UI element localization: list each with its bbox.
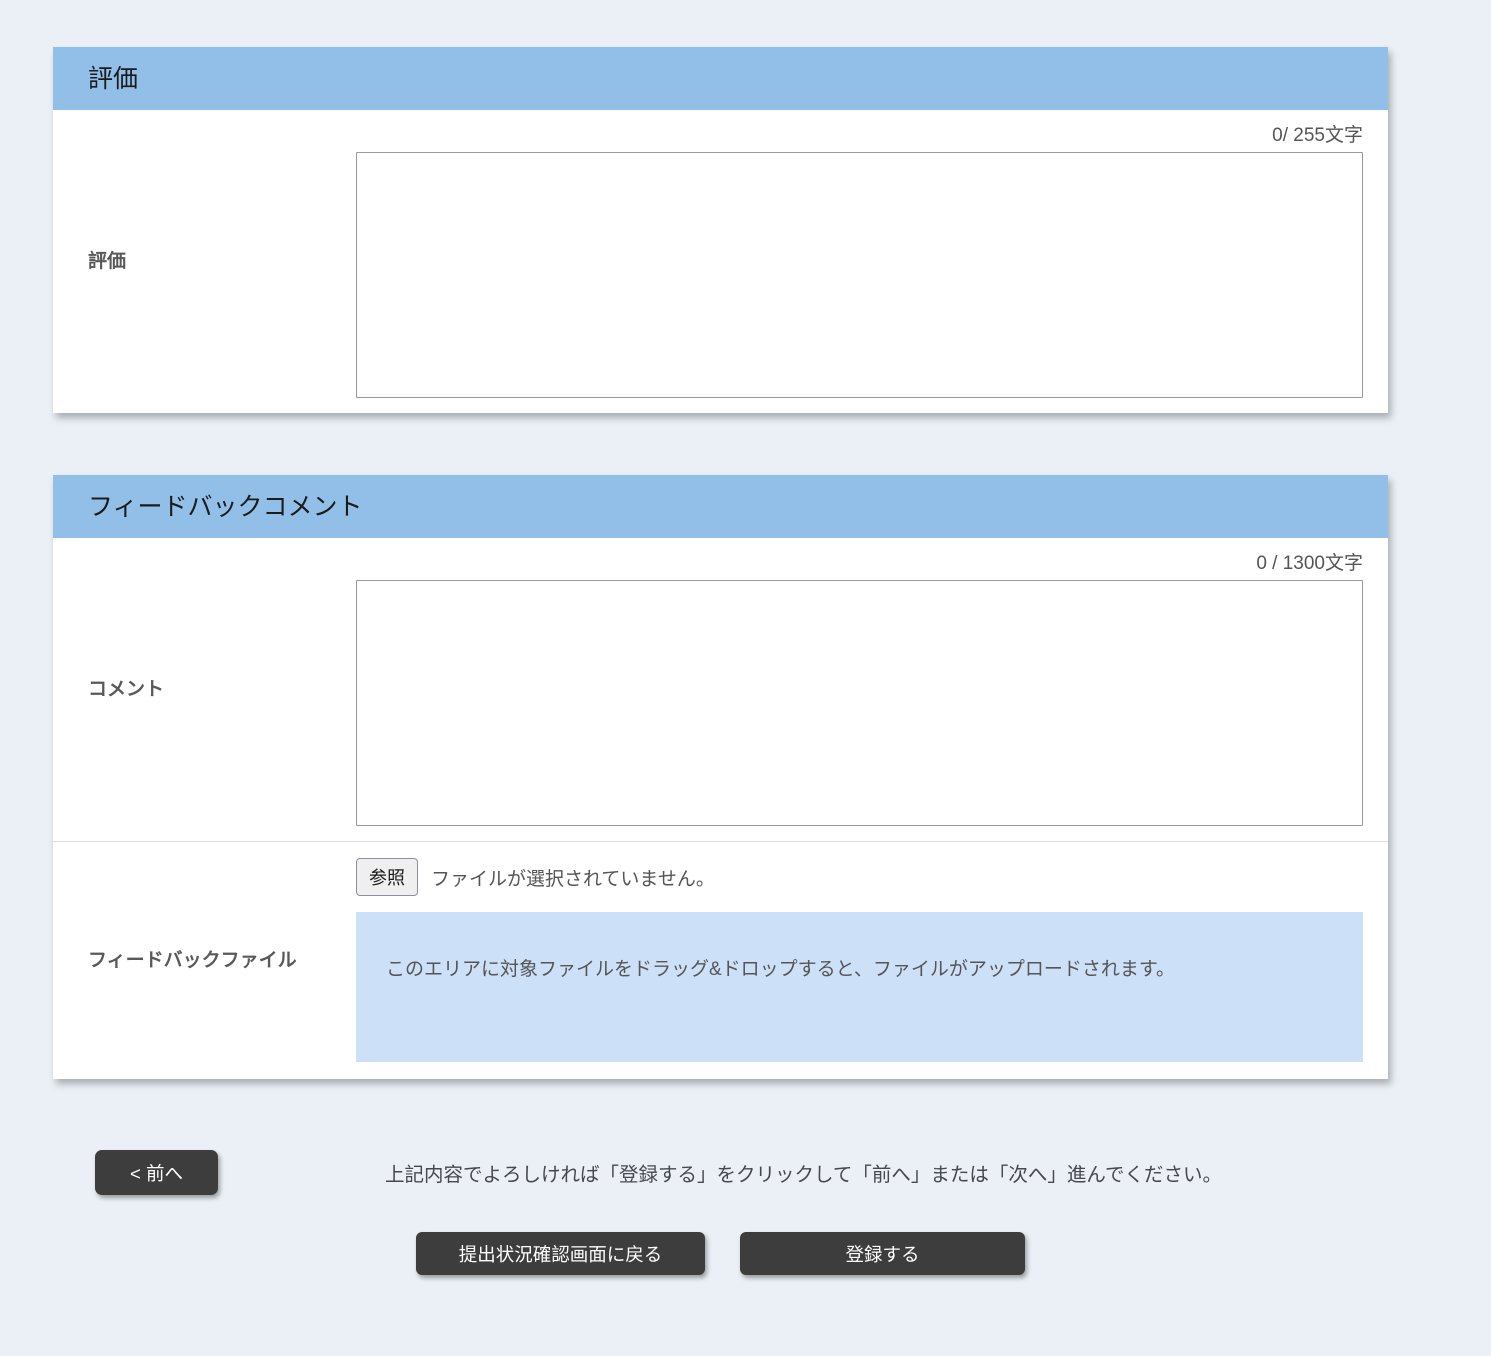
register-button[interactable]: 登録する [740, 1232, 1025, 1275]
comment-row: コメント 0 / 1300文字 [53, 538, 1388, 841]
comment-textarea[interactable] [356, 580, 1363, 826]
comment-content: 0 / 1300文字 [356, 538, 1388, 841]
no-file-selected-text: ファイルが選択されていません。 [431, 864, 715, 891]
comment-label: コメント [53, 538, 356, 841]
feedback-file-content: 参照 ファイルが選択されていません。 このエリアに対象ファイルをドラッグ&ドロッ… [356, 842, 1388, 1079]
prev-button[interactable]: < 前へ [95, 1150, 218, 1195]
evaluation-textarea[interactable] [356, 152, 1363, 398]
evaluation-section-header: 評価 [53, 47, 1388, 110]
feedback-section-header: フィードバックコメント [53, 475, 1388, 538]
feedback-section: フィードバックコメント コメント 0 / 1300文字 フィードバックファイル … [53, 475, 1388, 1079]
feedback-file-row: フィードバックファイル 参照 ファイルが選択されていません。 このエリアに対象フ… [53, 841, 1388, 1079]
evaluation-char-counter: 0/ 255文字 [356, 110, 1363, 152]
evaluation-section: 評価 評価 0/ 255文字 [53, 47, 1388, 413]
browse-file-button[interactable]: 参照 [356, 858, 418, 896]
file-dropzone[interactable]: このエリアに対象ファイルをドラッグ&ドロップすると、ファイルがアップロードされま… [356, 912, 1363, 1062]
footer-actions: 提出状況確認画面に戻る 登録する [53, 1232, 1388, 1275]
feedback-file-label: フィードバックファイル [53, 842, 356, 1079]
evaluation-content: 0/ 255文字 [356, 110, 1388, 413]
back-to-submission-status-button[interactable]: 提出状況確認画面に戻る [416, 1232, 705, 1275]
footer-navigation: < 前へ 上記内容でよろしければ「登録する」をクリックして「前へ」または「次へ」… [95, 1150, 1491, 1195]
comment-char-counter: 0 / 1300文字 [356, 538, 1363, 580]
evaluation-label: 評価 [53, 110, 356, 413]
instruction-text: 上記内容でよろしければ「登録する」をクリックして「前へ」または「次へ」進んでくだ… [385, 1158, 1222, 1187]
file-input: 参照 ファイルが選択されていません。 [356, 858, 1363, 896]
evaluation-row: 評価 0/ 255文字 [53, 110, 1388, 413]
